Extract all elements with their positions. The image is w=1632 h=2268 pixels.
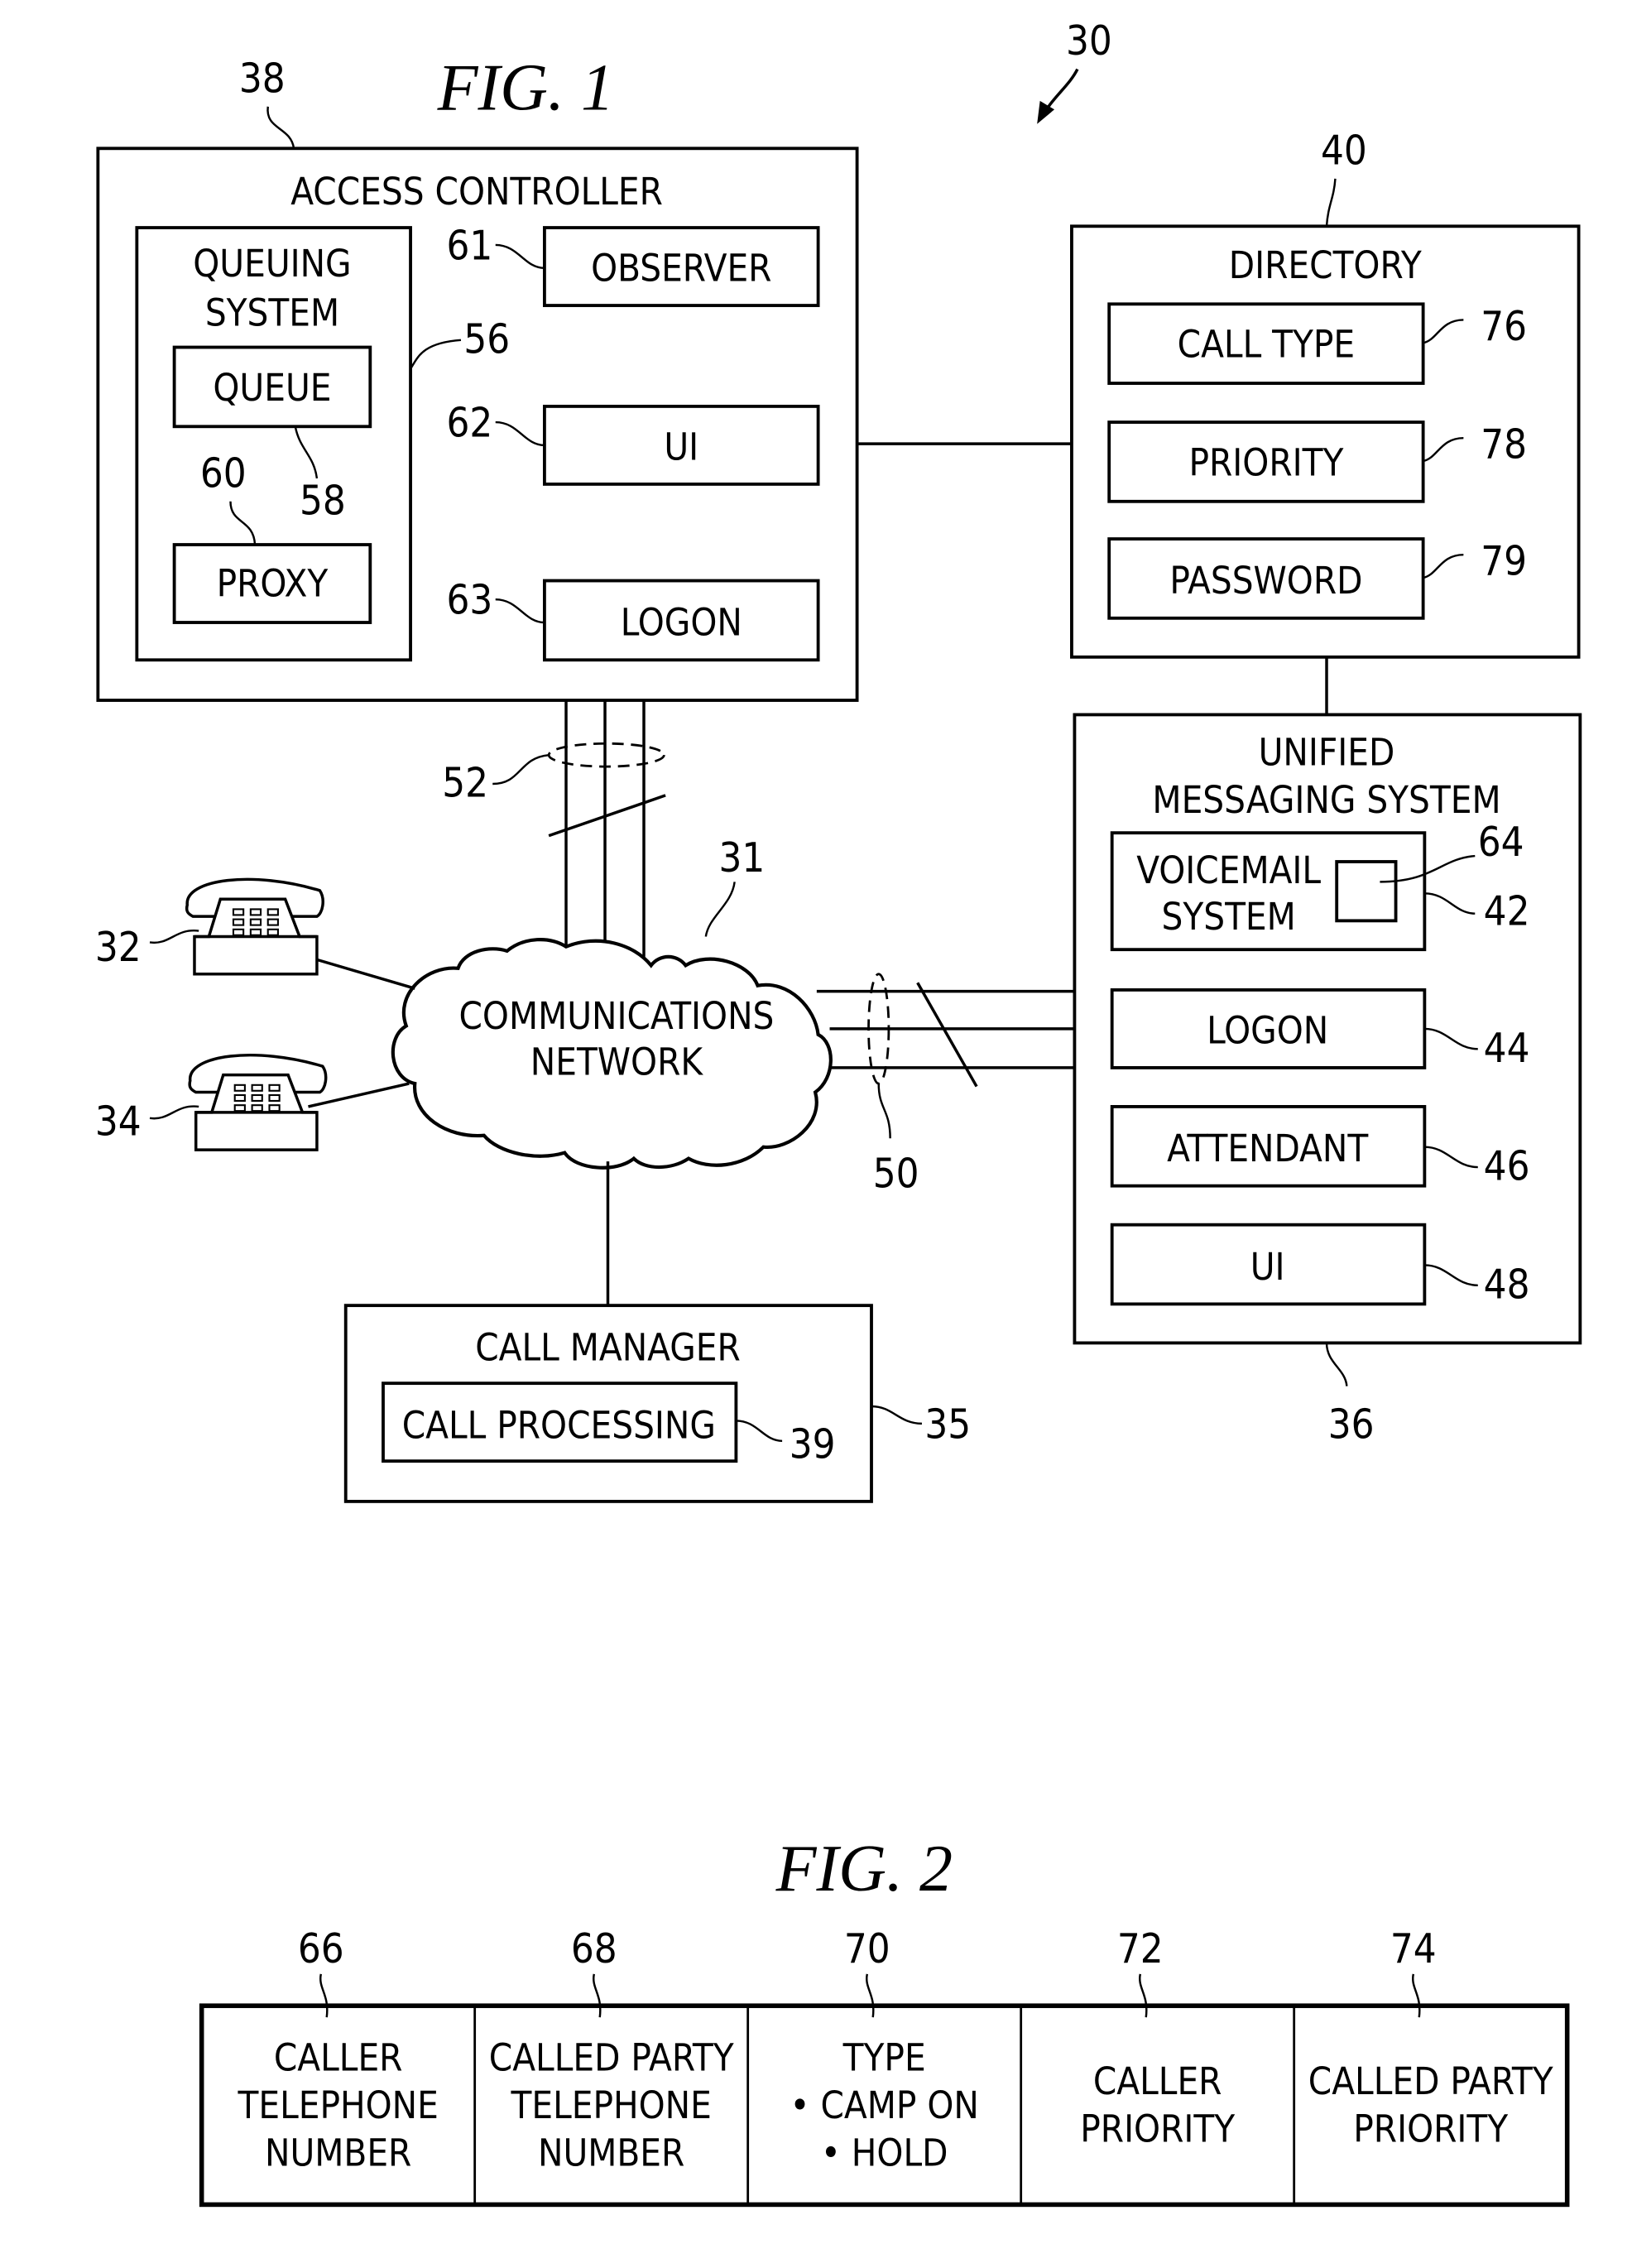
attendant-label: ATTENDANT — [1167, 1127, 1369, 1170]
ac-ui-label: UI — [664, 425, 698, 468]
ums-label-1: UNIFIED — [1259, 730, 1395, 774]
ref-62: 62 — [447, 400, 493, 446]
ref-60: 60 — [200, 450, 247, 497]
leader-32 — [149, 930, 199, 944]
field-ref-72: 72 — [1117, 1926, 1164, 1972]
leader-40 — [1325, 178, 1337, 227]
phone32-link — [316, 958, 415, 990]
field-ref-70: 70 — [844, 1926, 890, 1972]
field-label-line: TELEPHONE — [511, 2083, 712, 2127]
proxy-label: PROXY — [217, 562, 329, 606]
ref-34: 34 — [95, 1099, 142, 1146]
field-label-line: • CAMP ON — [790, 2083, 979, 2127]
fig2-record-format: 66CALLERTELEPHONENUMBER68CALLED PARTYTEL… — [199, 1926, 1570, 2208]
call-type-label: CALL TYPE — [1178, 323, 1356, 367]
telephone-34: 34 — [95, 1054, 410, 1151]
priority-label: PRIORITY — [1188, 440, 1343, 484]
ref-38: 38 — [239, 55, 286, 102]
ums-logon-label: LOGON — [1207, 1008, 1328, 1052]
ref-48: 48 — [1484, 1261, 1530, 1308]
bundle-52: 52 — [442, 700, 666, 957]
leader-36 — [1325, 1343, 1348, 1386]
telephone-icon — [185, 877, 324, 976]
ref-56: 56 — [463, 316, 510, 363]
ref-50: 50 — [873, 1151, 919, 1197]
directory-label: DIRECTORY — [1229, 243, 1422, 287]
voicemail-label-2: SYSTEM — [1162, 895, 1296, 939]
field-label-line: CALLED PARTY — [1308, 2059, 1553, 2103]
ac-logon-label: LOGON — [621, 601, 742, 645]
patent-figure: FIG. 1 30 38 ACCESS CONTROLLER QUEUING S… — [95, 18, 1582, 2208]
ref-40: 40 — [1321, 127, 1367, 174]
field-ref-68: 68 — [571, 1926, 617, 1972]
network-label-2: NETWORK — [530, 1040, 704, 1084]
call-processing-label: CALL PROCESSING — [402, 1403, 716, 1447]
leader-52 — [492, 753, 550, 786]
ref-63: 63 — [447, 578, 493, 624]
field-label-line: NUMBER — [538, 2131, 684, 2174]
queuing-system-label-1: QUEUING — [193, 242, 351, 286]
ref-52: 52 — [442, 761, 488, 807]
observer-label: OBSERVER — [591, 246, 771, 290]
ref-79: 79 — [1481, 539, 1527, 585]
ref-32: 32 — [95, 925, 142, 971]
fig2-title: FIG. 2 — [775, 1833, 953, 1905]
access-controller: 38 ACCESS CONTROLLER QUEUING SYSTEM 56 Q… — [96, 55, 859, 702]
field-label-line: NUMBER — [265, 2131, 411, 2174]
ref-42: 42 — [1484, 889, 1530, 935]
field-ref-74: 74 — [1390, 1926, 1437, 1972]
voicemail-storage-box — [1335, 860, 1398, 923]
bundle-50: 50 — [816, 973, 1075, 1197]
password-label: PASSWORD — [1169, 559, 1362, 603]
ums-label-2: MESSAGING SYSTEM — [1152, 778, 1500, 822]
ums-ui-label: UI — [1250, 1245, 1285, 1289]
field-label-line: • HOLD — [821, 2131, 948, 2174]
ref-31: 31 — [718, 835, 765, 882]
field-label-line: CALLER — [274, 2036, 403, 2080]
field-label-line: CALLER — [1093, 2059, 1222, 2103]
ref-64: 64 — [1478, 819, 1524, 866]
access-controller-label: ACCESS CONTROLLER — [290, 170, 663, 214]
leader-38 — [266, 106, 295, 149]
telephone-32: 32 — [95, 877, 415, 990]
communications-network: COMMUNICATIONS NETWORK 31 — [391, 835, 833, 1170]
telephone-icon — [188, 1054, 328, 1151]
system-arrow-icon — [1037, 68, 1079, 124]
field-ref-66: 66 — [298, 1926, 344, 1972]
queue-label: QUEUE — [213, 366, 331, 410]
ref-39: 39 — [790, 1422, 836, 1468]
ref-76: 76 — [1481, 304, 1527, 350]
field-label-line: CALLED PARTY — [489, 2036, 734, 2080]
ref-44: 44 — [1484, 1026, 1530, 1072]
ref-35: 35 — [924, 1401, 971, 1448]
ref-58: 58 — [300, 478, 346, 524]
call-manager: CALL MANAGER CALL PROCESSING 39 35 — [343, 1304, 971, 1503]
field-label-line: TYPE — [842, 2036, 926, 2080]
field-label-line: PRIORITY — [1353, 2107, 1508, 2151]
network-label-1: COMMUNICATIONS — [458, 994, 774, 1038]
unified-messaging-system: UNIFIED MESSAGING SYSTEM VOICEMAIL SYSTE… — [1073, 713, 1582, 1448]
leader-50 — [877, 1084, 891, 1139]
ref-30: 30 — [1066, 18, 1112, 65]
leader-31 — [704, 882, 736, 937]
leader-35 — [871, 1405, 922, 1425]
ref-61: 61 — [447, 223, 493, 269]
ref-36: 36 — [1328, 1401, 1375, 1448]
queuing-system-label-2: SYSTEM — [205, 291, 339, 334]
voicemail-label-1: VOICEMAIL — [1136, 848, 1321, 892]
call-manager-label: CALL MANAGER — [475, 1325, 741, 1369]
field-label-line: PRIORITY — [1080, 2107, 1235, 2151]
ref-46: 46 — [1484, 1144, 1530, 1190]
ref-78: 78 — [1481, 422, 1527, 468]
field-label-line: TELEPHONE — [238, 2083, 439, 2127]
directory: 40 DIRECTORY CALL TYPE 76 PRIORITY 78 PA… — [1070, 127, 1581, 659]
leader-34 — [149, 1105, 199, 1120]
fig1-title: FIG. 1 — [437, 51, 614, 124]
